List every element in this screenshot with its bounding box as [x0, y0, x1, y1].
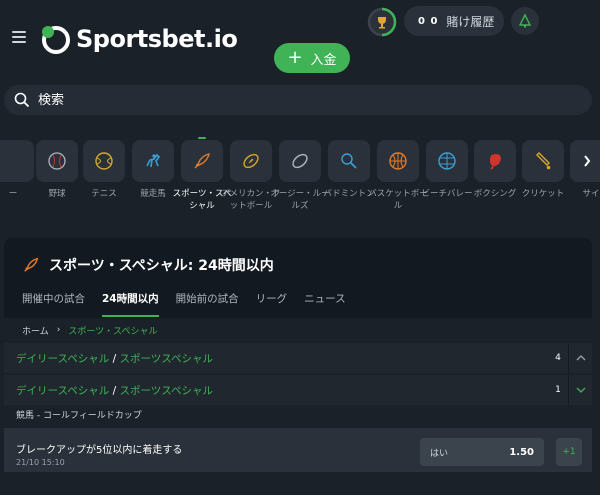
sport-item-american-football[interactable]: アメリカン・フットボール — [221, 140, 281, 212]
sports-carousel: ー 野球 テニス 競走馬 スポーツ・スペシャル アメリカン・フットボール オージ… — [0, 137, 600, 230]
sport-item-basketball[interactable]: バスケットボール — [368, 140, 428, 212]
event-group-title: 競馬 - コールフィールドカップ — [16, 410, 142, 421]
plus-icon: + — [287, 47, 303, 68]
sport-item-tennis[interactable]: テニス — [81, 140, 127, 200]
sport-item-aussie-rules[interactable]: オージー・ルールズ — [270, 140, 330, 212]
menu-icon[interactable] — [12, 31, 26, 43]
search-input[interactable] — [38, 92, 538, 108]
chevron-right-icon: › — [56, 325, 61, 335]
chevron-down-icon[interactable] — [568, 375, 592, 405]
market-row: ブレークアップが5位以内に着走する 21/10 15:10 はい 1.50 +1 — [4, 428, 592, 472]
breadcrumb-current[interactable]: スポーツ・スペシャル — [68, 324, 157, 337]
deposit-button[interactable]: + 入金 — [274, 43, 350, 73]
odds-button[interactable]: はい 1.50 — [420, 438, 544, 466]
logo-text: Sportsbet.io — [76, 25, 238, 53]
deposit-label: 入金 — [310, 52, 337, 68]
sport-item-horse-racing[interactable]: 競走馬 — [130, 140, 176, 200]
beach-volleyball-icon — [438, 152, 456, 170]
odds-value: 1.50 — [509, 446, 534, 458]
notification-bell-icon[interactable] — [511, 7, 539, 35]
more-markets-button[interactable]: +1 — [556, 438, 582, 466]
horse-racing-icon — [146, 153, 161, 168]
breadcrumb: ホーム › スポーツ・スペシャル — [4, 318, 592, 342]
sport-label: サイ — [582, 189, 600, 199]
category-count: 1 — [555, 385, 561, 395]
aussie-rules-icon — [292, 153, 308, 169]
tab-upcoming[interactable]: 開始前の試合 — [176, 291, 239, 317]
tab-leagues[interactable]: リーグ — [256, 291, 288, 317]
baseball-icon — [48, 152, 66, 170]
rewards-trophy-icon[interactable] — [367, 7, 397, 37]
sport-item-cricket[interactable]: クリケット — [520, 140, 566, 200]
breadcrumb-home[interactable]: ホーム — [22, 324, 49, 337]
category-row[interactable]: デイリースペシャル / スポーツスペシャル 1 — [4, 375, 592, 405]
sport-item-beach-volleyball[interactable]: ビーチバレー — [421, 140, 473, 200]
market-date: 21/10 15:10 — [16, 458, 65, 467]
search-icon — [14, 92, 30, 108]
tab-news[interactable]: ニュース — [304, 291, 345, 317]
basketball-icon — [389, 152, 407, 170]
chevron-right-icon — [584, 155, 591, 167]
odds-label: はい — [430, 448, 449, 459]
sport-item-boxing[interactable]: ボクシング — [472, 140, 518, 200]
badminton-icon — [341, 153, 357, 169]
section-header: スポーツ・スペシャル: 24時間以内 開催中の試合 24時間以内 開始前の試合 … — [4, 238, 592, 323]
page-title-text: スポーツ・スペシャル: 24時間以内 — [49, 258, 274, 274]
tab-bar: 開催中の試合 24時間以内 開始前の試合 リーグ ニュース — [22, 291, 363, 317]
sport-item-sports-special[interactable]: スポーツ・スペシャル — [173, 137, 231, 212]
bet-history-label: 賭け履歴 — [446, 14, 495, 29]
bet-history-button[interactable]: 0 0 賭け履歴 — [404, 6, 504, 36]
category-row[interactable]: デイリースペシャル / スポーツスペシャル 4 — [4, 343, 592, 373]
tab-24-hours[interactable]: 24時間以内 — [102, 291, 159, 317]
cricket-icon — [536, 152, 551, 170]
boxing-icon — [490, 154, 501, 170]
logo-mark-icon — [42, 26, 70, 54]
sport-icon — [3, 151, 23, 171]
bet-count: 0 0 — [418, 15, 439, 27]
tennis-icon — [95, 152, 113, 170]
chevron-up-icon[interactable] — [568, 343, 592, 373]
market-name[interactable]: ブレークアップが5位以内に着走する — [16, 441, 182, 456]
category-name: デイリースペシャル / スポーツスペシャル — [16, 384, 214, 397]
logo[interactable]: Sportsbet.io — [40, 24, 238, 54]
american-football-icon — [243, 153, 259, 169]
page-title: スポーツ・スペシャル: 24時間以内 — [22, 255, 274, 275]
sport-item-badminton[interactable]: バドミントン — [323, 140, 375, 200]
category-name: デイリースペシャル / スポーツスペシャル — [16, 352, 214, 365]
rocket-icon — [194, 153, 210, 169]
rocket-icon — [24, 257, 39, 272]
carousel-next-button[interactable] — [578, 143, 596, 179]
search-bar[interactable] — [4, 85, 592, 115]
category-count: 4 — [555, 353, 561, 363]
tab-live[interactable]: 開催中の試合 — [22, 291, 85, 317]
